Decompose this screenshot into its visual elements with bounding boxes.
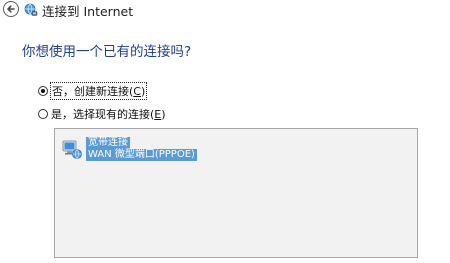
option-label-suffix: ) bbox=[140, 85, 146, 98]
option-label: 是，选择现有的连接(E) bbox=[51, 106, 166, 122]
connection-name: 宽带连接 bbox=[86, 137, 130, 149]
mnemonic-key: C bbox=[133, 85, 141, 98]
window-title: 连接到 Internet bbox=[42, 4, 134, 19]
back-button[interactable] bbox=[3, 1, 19, 17]
existing-connections-list[interactable]: 宽带连接 WAN 微型端口(PPPOE) bbox=[54, 128, 418, 258]
option-label-focused: 否，创建新连接(C) bbox=[49, 82, 148, 100]
network-connection-icon bbox=[62, 140, 82, 159]
create-new-connection-option[interactable]: 否，创建新连接(C) bbox=[38, 82, 148, 100]
radio-button-selected[interactable] bbox=[38, 86, 48, 96]
connection-device: WAN 微型端口(PPPOE) bbox=[86, 149, 197, 161]
page-heading: 你想使用一个已有的连接吗? bbox=[22, 44, 192, 60]
use-existing-connection-option[interactable]: 是，选择现有的连接(E) bbox=[38, 106, 166, 122]
back-arrow-icon bbox=[7, 5, 15, 13]
globe-network-icon bbox=[24, 3, 38, 16]
connection-item[interactable]: 宽带连接 WAN 微型端口(PPPOE) bbox=[61, 137, 197, 161]
title-bar: 连接到 Internet bbox=[0, 0, 450, 22]
radio-dot bbox=[41, 89, 45, 93]
radio-button-unselected[interactable] bbox=[38, 109, 48, 119]
option-label-text: 否，创建新连接( bbox=[52, 85, 134, 98]
option-label-suffix: ) bbox=[161, 108, 166, 121]
connect-to-internet-wizard: 连接到 Internet 你想使用一个已有的连接吗? 否，创建新连接(C) 是，… bbox=[0, 0, 450, 263]
connection-text: 宽带连接 WAN 微型端口(PPPOE) bbox=[86, 137, 197, 161]
option-label-text: 是，选择现有的连接( bbox=[51, 108, 155, 121]
